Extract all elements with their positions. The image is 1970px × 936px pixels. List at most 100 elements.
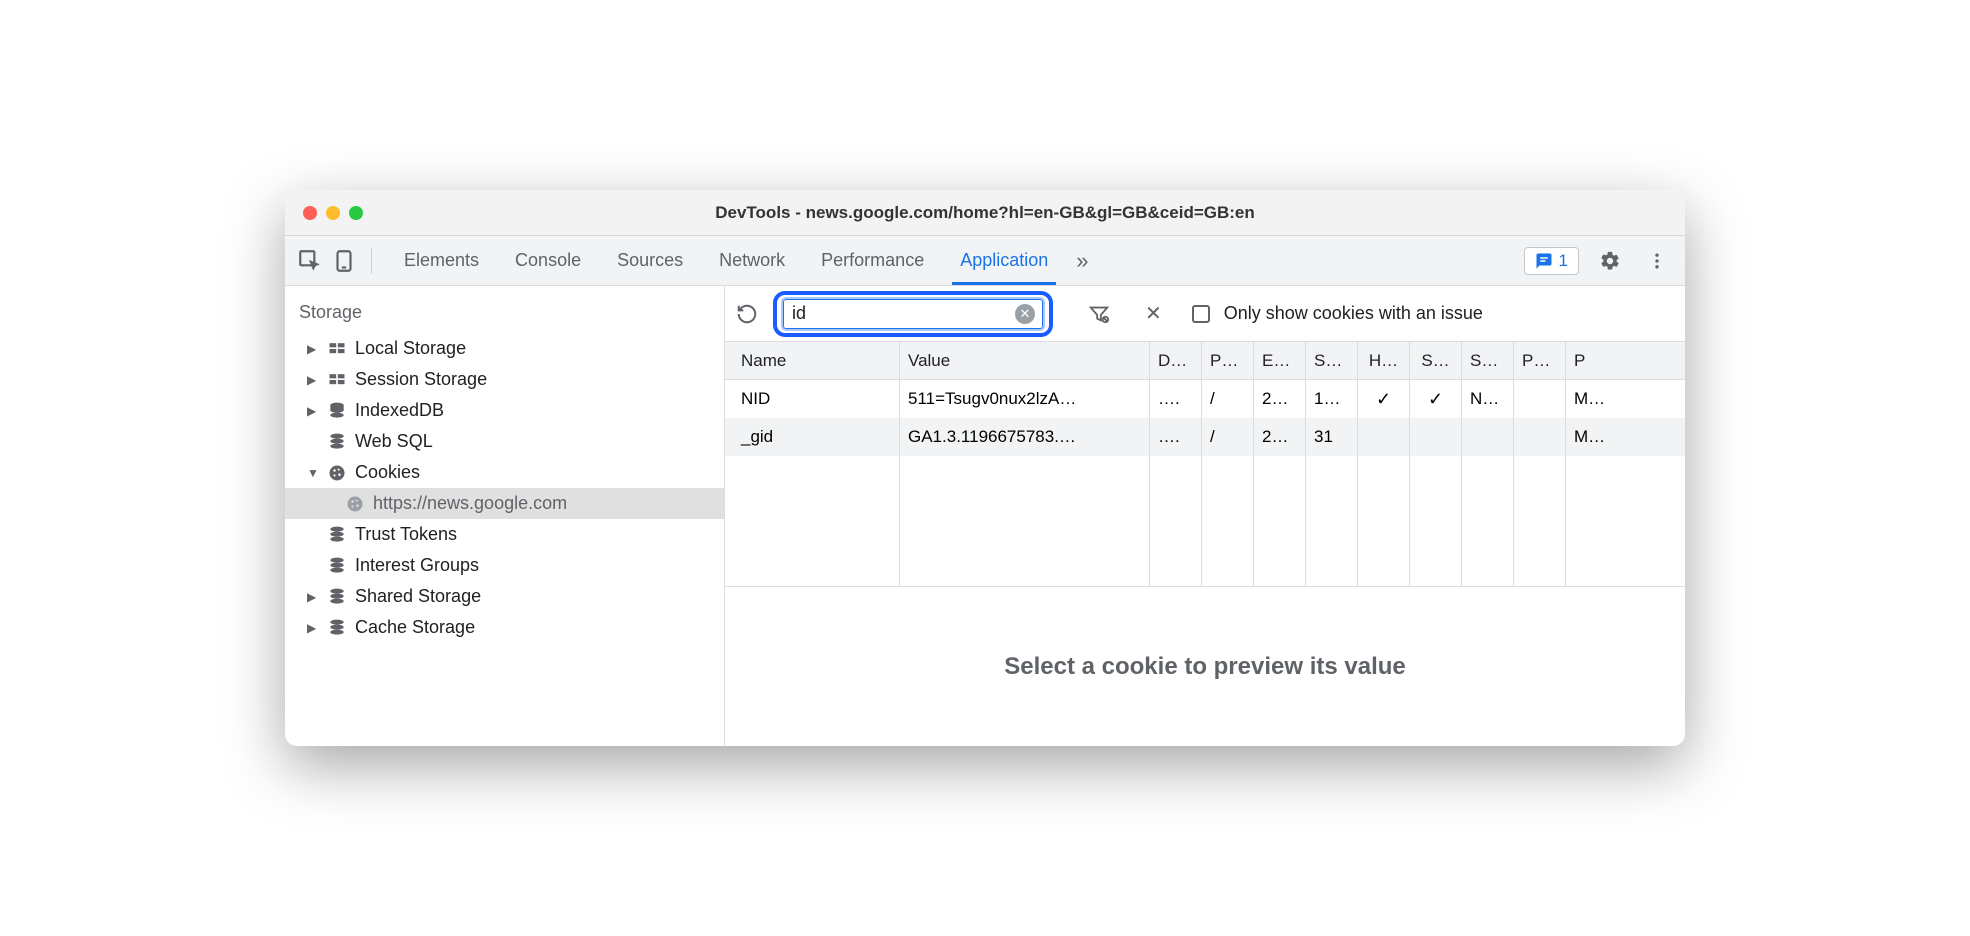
sidebar-item-session-storage[interactable]: Session Storage bbox=[285, 364, 724, 395]
cell-httponly bbox=[1358, 418, 1410, 456]
sidebar-item-label: Trust Tokens bbox=[355, 524, 457, 545]
cell-samesite: N… bbox=[1462, 380, 1514, 418]
device-toggle-icon[interactable] bbox=[331, 248, 357, 274]
refresh-icon[interactable] bbox=[735, 302, 759, 326]
issues-only-label: Only show cookies with an issue bbox=[1224, 303, 1483, 324]
cell-path: / bbox=[1202, 418, 1254, 456]
database-icon bbox=[327, 587, 347, 607]
sidebar-item-cookies[interactable]: Cookies bbox=[285, 457, 724, 488]
sidebar-heading: Storage bbox=[285, 296, 724, 333]
more-tabs-icon[interactable]: » bbox=[1066, 236, 1098, 285]
chevron-right-icon bbox=[307, 342, 319, 356]
cookie-icon bbox=[327, 463, 347, 483]
database-icon bbox=[327, 618, 347, 638]
filter-funnel-icon[interactable] bbox=[1087, 302, 1111, 326]
tab-application[interactable]: Application bbox=[942, 236, 1066, 285]
cell-value: 511=Tsugv0nux2lzA… bbox=[900, 380, 1150, 418]
sidebar-item-cookie-domain[interactable]: https://news.google.com bbox=[285, 488, 724, 519]
cell-name: NID bbox=[725, 380, 900, 418]
sidebar-item-label: Web SQL bbox=[355, 431, 433, 452]
cell-value: GA1.3.1196675783.… bbox=[900, 418, 1150, 456]
sidebar-item-label: Cookies bbox=[355, 462, 420, 483]
cell-name: _gid bbox=[725, 418, 900, 456]
cookie-preview-placeholder: Select a cookie to preview its value bbox=[725, 587, 1685, 746]
devtools-window: DevTools - news.google.com/home?hl=en-GB… bbox=[285, 190, 1685, 746]
kebab-menu-icon[interactable] bbox=[1641, 251, 1673, 271]
sidebar-item-label: Local Storage bbox=[355, 338, 466, 359]
database-icon bbox=[327, 556, 347, 576]
tab-elements[interactable]: Elements bbox=[386, 236, 497, 285]
sidebar-item-label: Interest Groups bbox=[355, 555, 479, 576]
settings-icon[interactable] bbox=[1593, 250, 1627, 272]
cell-domain: …. bbox=[1150, 380, 1202, 418]
col-samesite[interactable]: S… bbox=[1462, 342, 1514, 379]
col-path[interactable]: P… bbox=[1202, 342, 1254, 379]
filter-highlight: ✕ bbox=[773, 291, 1053, 337]
window-controls bbox=[303, 206, 363, 220]
cell-partition bbox=[1514, 418, 1566, 456]
sidebar-item-label: IndexedDB bbox=[355, 400, 444, 421]
tab-sources[interactable]: Sources bbox=[599, 236, 701, 285]
cookies-table: Name Value D… P… E… S… H… S… S… P… P NID… bbox=[725, 342, 1685, 587]
database-icon bbox=[327, 401, 347, 421]
tab-performance[interactable]: Performance bbox=[803, 236, 942, 285]
clear-filter-icon[interactable]: ✕ bbox=[1015, 304, 1035, 324]
chevron-down-icon bbox=[307, 466, 319, 480]
devtools-toolbar: Elements Console Sources Network Perform… bbox=[285, 236, 1685, 286]
sidebar-item-indexeddb[interactable]: IndexedDB bbox=[285, 395, 724, 426]
sidebar: Storage Local Storage Session Storage In… bbox=[285, 286, 725, 746]
sidebar-item-label: https://news.google.com bbox=[373, 493, 567, 514]
issues-only-checkbox[interactable] bbox=[1192, 305, 1210, 323]
chevron-right-icon bbox=[307, 373, 319, 387]
storage-grid-icon bbox=[327, 370, 347, 390]
cell-expires: 2… bbox=[1254, 418, 1306, 456]
col-partition[interactable]: P… bbox=[1514, 342, 1566, 379]
col-secure[interactable]: S… bbox=[1410, 342, 1462, 379]
tab-network[interactable]: Network bbox=[701, 236, 803, 285]
col-size[interactable]: S… bbox=[1306, 342, 1358, 379]
titlebar: DevTools - news.google.com/home?hl=en-GB… bbox=[285, 190, 1685, 236]
window-title: DevTools - news.google.com/home?hl=en-GB… bbox=[715, 203, 1255, 223]
cell-priority: M… bbox=[1566, 380, 1685, 418]
sidebar-item-cache-storage[interactable]: Cache Storage bbox=[285, 612, 724, 643]
col-value[interactable]: Value bbox=[900, 342, 1150, 379]
minimize-window-icon[interactable] bbox=[326, 206, 340, 220]
cell-expires: 2… bbox=[1254, 380, 1306, 418]
clear-all-icon[interactable]: ✕ bbox=[1145, 301, 1162, 326]
table-row[interactable]: NID 511=Tsugv0nux2lzA… …. / 2… 1… ✓ ✓ N…… bbox=[725, 380, 1685, 418]
inspect-icon[interactable] bbox=[297, 248, 323, 274]
tab-console[interactable]: Console bbox=[497, 236, 599, 285]
cookie-icon bbox=[345, 494, 365, 514]
sidebar-item-interest-groups[interactable]: Interest Groups bbox=[285, 550, 724, 581]
close-window-icon[interactable] bbox=[303, 206, 317, 220]
chevron-right-icon bbox=[307, 590, 319, 604]
database-icon bbox=[327, 432, 347, 452]
main-panel: ✕ ✕ Only show cookies with an issue Name… bbox=[725, 286, 1685, 746]
sidebar-item-websql[interactable]: Web SQL bbox=[285, 426, 724, 457]
sidebar-item-trust-tokens[interactable]: Trust Tokens bbox=[285, 519, 724, 550]
table-row-empty bbox=[725, 456, 1685, 586]
storage-grid-icon bbox=[327, 339, 347, 359]
sidebar-item-local-storage[interactable]: Local Storage bbox=[285, 333, 724, 364]
sidebar-item-shared-storage[interactable]: Shared Storage bbox=[285, 581, 724, 612]
cell-priority: M… bbox=[1566, 418, 1685, 456]
cell-domain: …. bbox=[1150, 418, 1202, 456]
table-row[interactable]: _gid GA1.3.1196675783.… …. / 2… 31 M… bbox=[725, 418, 1685, 456]
database-icon bbox=[327, 525, 347, 545]
col-priority[interactable]: P bbox=[1566, 342, 1685, 379]
col-httponly[interactable]: H… bbox=[1358, 342, 1410, 379]
cell-size: 31 bbox=[1306, 418, 1358, 456]
col-expires[interactable]: E… bbox=[1254, 342, 1306, 379]
filter-bar: ✕ ✕ Only show cookies with an issue bbox=[725, 286, 1685, 342]
col-domain[interactable]: D… bbox=[1150, 342, 1202, 379]
sidebar-item-label: Session Storage bbox=[355, 369, 487, 390]
maximize-window-icon[interactable] bbox=[349, 206, 363, 220]
cell-httponly: ✓ bbox=[1358, 380, 1410, 418]
col-name[interactable]: Name bbox=[725, 342, 900, 379]
issues-badge[interactable]: 1 bbox=[1524, 247, 1579, 275]
table-header: Name Value D… P… E… S… H… S… S… P… P bbox=[725, 342, 1685, 380]
cell-secure bbox=[1410, 418, 1462, 456]
filter-input[interactable] bbox=[783, 299, 1043, 329]
cell-secure: ✓ bbox=[1410, 380, 1462, 418]
sidebar-item-label: Cache Storage bbox=[355, 617, 475, 638]
